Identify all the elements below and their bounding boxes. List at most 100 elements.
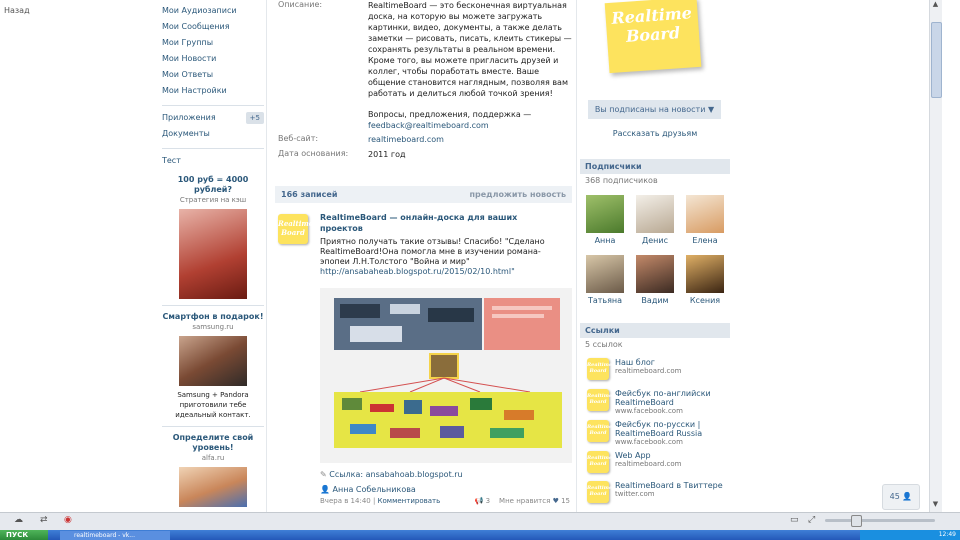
description-body: RealtimeBoard — это бесконечная виртуаль… <box>368 1 572 98</box>
nav-settings[interactable]: Мои Настройки <box>162 83 264 99</box>
link-item[interactable]: Realtime Board RealtimeBoard в Твиттере t… <box>587 481 723 503</box>
link-name[interactable]: Web App <box>615 451 681 460</box>
member-avatar[interactable] <box>586 255 624 293</box>
member-avatar[interactable] <box>636 195 674 233</box>
feedback-email-link[interactable]: feedback@realtimeboard.com <box>368 121 489 130</box>
member-card[interactable]: Анна <box>585 195 625 245</box>
nav-groups[interactable]: Мои Группы <box>162 35 264 51</box>
link-name[interactable]: Фейсбук по-английски RealtimeBoard <box>615 389 730 407</box>
member-avatar[interactable] <box>636 255 674 293</box>
link-url: realtimeboard.com <box>615 460 682 468</box>
zoom-slider-knob[interactable] <box>851 515 862 527</box>
zoom-fit-icon[interactable]: ⤢ <box>808 515 820 525</box>
member-card[interactable]: Денис <box>635 195 675 245</box>
view-icon[interactable]: ▭ <box>790 515 802 525</box>
post-link-attachment[interactable]: ✎ Ссылка: ansabahoab.blogspot.ru <box>320 470 463 479</box>
feedback-text: Вопросы, предложения, поддержка — <box>368 110 532 119</box>
post-board-image[interactable] <box>320 288 572 463</box>
nav-divider <box>162 105 264 106</box>
taskbar-browser-window[interactable]: realtimeboard - vk... <box>60 531 170 540</box>
website-label: Веб-сайт: <box>278 134 319 143</box>
scroll-up-arrow-icon[interactable]: ▲ <box>930 0 941 10</box>
back-link[interactable]: Назад <box>4 6 30 15</box>
post-inline-link[interactable]: http://ansabaheab.blogspot.ru/2015/02/10… <box>320 267 515 276</box>
nav-test[interactable]: Тест <box>162 153 264 169</box>
member-name[interactable]: Татьяна <box>588 296 622 305</box>
member-name[interactable]: Вадим <box>641 296 668 305</box>
post-signer[interactable]: 👤 Анна Собельникова <box>320 485 416 494</box>
nav-answers[interactable]: Мои Ответы <box>162 67 264 83</box>
ad-title[interactable]: 100 руб = 4000 рублей? <box>162 175 264 195</box>
ad-block-2[interactable]: Смартфон в подарок! samsung.ru Samsung +… <box>162 312 264 420</box>
scroll-down-arrow-icon[interactable]: ▼ <box>930 500 941 510</box>
subscribers-header[interactable]: Подписчики <box>580 159 730 174</box>
like-label[interactable]: Мне нравится <box>499 497 550 505</box>
link-item[interactable]: Realtime Board Фейсбук по-английски Real… <box>587 389 730 416</box>
member-name[interactable]: Денис <box>642 236 668 245</box>
adblock-icon[interactable]: ◉ <box>64 515 76 525</box>
member-name[interactable]: Ксения <box>690 296 720 305</box>
zoom-slider-track[interactable] <box>825 519 935 522</box>
post-title[interactable]: RealtimeBoard — онлайн-доска для ваших п… <box>320 212 540 234</box>
ad-title[interactable]: Определите свой уровень! <box>162 433 264 453</box>
comment-link[interactable]: Комментировать <box>378 497 441 505</box>
system-tray-clock: 12:49 <box>860 530 960 540</box>
link-item[interactable]: Realtime Board Наш блог realtimeboard.com <box>587 358 681 380</box>
ad-title[interactable]: Смартфон в подарок! <box>162 312 264 322</box>
wall-count[interactable]: 166 записей <box>281 190 337 199</box>
post-link-text[interactable]: Ссылка: ansabahoab.blogspot.ru <box>329 470 462 479</box>
nav-docs[interactable]: Документы <box>162 126 264 142</box>
member-avatar[interactable] <box>686 255 724 293</box>
member-avatar[interactable] <box>586 195 624 233</box>
repost-icon[interactable]: 📢 <box>475 497 484 505</box>
post-date[interactable]: Вчера в 14:40 <box>320 497 371 505</box>
info-row-website: Веб-сайт: realtimeboard.com <box>278 134 573 145</box>
link-logo: Realtime Board <box>587 420 612 442</box>
link-item[interactable]: Realtime Board Фейсбук по-русски | Realt… <box>587 420 730 447</box>
nav-apps[interactable]: Приложения +5 <box>162 110 264 126</box>
member-card[interactable]: Ксения <box>685 255 725 305</box>
start-button[interactable]: ПУСК <box>0 530 48 540</box>
link-logo: Realtime Board <box>587 451 612 473</box>
subscribe-button[interactable]: Вы подписаны на новости ▼ <box>588 100 721 119</box>
chat-button[interactable]: 45 👤 <box>882 484 920 510</box>
scrollbar-thumb[interactable] <box>931 22 942 98</box>
link-item[interactable]: Realtime Board Web App realtimeboard.com <box>587 451 681 473</box>
nav-messages[interactable]: Мои Сообщения <box>162 19 264 35</box>
ad-block-3[interactable]: Определите свой уровень! alfa.ru <box>162 433 264 507</box>
post-text: Приятно получать такие отзывы! Спасибо! … <box>320 237 570 277</box>
member-name[interactable]: Анна <box>595 236 616 245</box>
sync-icon[interactable]: ⇄ <box>40 515 52 525</box>
nav-audio[interactable]: Мои Аудиозаписи <box>162 3 264 19</box>
heart-icon[interactable]: ♥ <box>553 497 559 505</box>
ad-block-1[interactable]: 100 руб = 4000 рублей? Стратегия на кэш <box>162 175 264 299</box>
member-card[interactable]: Татьяна <box>585 255 625 305</box>
website-link[interactable]: realtimeboard.com <box>368 134 573 145</box>
member-card[interactable]: Вадим <box>635 255 675 305</box>
links-header[interactable]: Ссылки <box>580 323 730 338</box>
post-author-avatar[interactable]: Realtime Board <box>278 214 313 244</box>
turbo-icon[interactable]: ☁ <box>14 515 26 525</box>
post-author-name[interactable]: Анна Собельникова <box>333 485 416 494</box>
nav-apps-label[interactable]: Приложения <box>162 110 216 126</box>
link-icon: ✎ <box>320 470 330 479</box>
nav-divider-2 <box>162 148 264 149</box>
ad-image[interactable] <box>179 336 247 386</box>
member-avatar[interactable] <box>686 195 724 233</box>
group-logo[interactable]: Realtime Board <box>604 0 702 74</box>
nav-news[interactable]: Мои Новости <box>162 51 264 67</box>
member-card[interactable]: Елена <box>685 195 725 245</box>
tell-friends-link[interactable]: Рассказать друзьям <box>580 129 730 138</box>
link-name[interactable]: RealtimeBoard в Твиттере <box>615 481 723 490</box>
link-name[interactable]: Фейсбук по-русски | RealtimeBoard Russia <box>615 420 730 438</box>
ad-sub: alfa.ru <box>201 454 225 462</box>
link-url: www.facebook.com <box>615 438 683 446</box>
ad-image[interactable] <box>179 209 247 299</box>
suggest-news-link[interactable]: предложить новость <box>469 190 566 199</box>
link-name[interactable]: Наш блог <box>615 358 681 367</box>
ad-image[interactable] <box>179 467 247 507</box>
member-name[interactable]: Елена <box>692 236 717 245</box>
wall-header: 166 записей предложить новость <box>275 186 572 203</box>
ad-divider <box>162 305 264 306</box>
post-meta: Вчера в 14:40 | Комментировать <box>320 497 441 505</box>
